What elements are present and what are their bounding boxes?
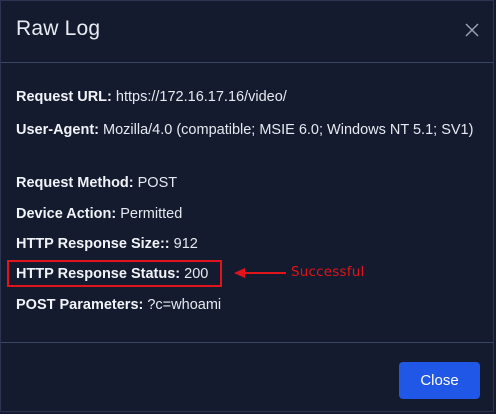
field-value: https://172.16.17.16/video/: [111, 89, 287, 105]
field-value: POST: [133, 175, 178, 191]
modal-footer: Close: [1, 342, 493, 413]
status-highlight-box: [7, 260, 222, 287]
field-request-method: Request Method: POST: [16, 173, 476, 194]
field-value: ?c=whoami: [143, 297, 222, 313]
raw-log-modal: Raw Log Request URL: https://172.16.17.1…: [0, 0, 494, 412]
annotation-label: Successful: [291, 264, 365, 280]
modal-header: Raw Log: [1, 1, 493, 63]
field-value: Mozilla/4.0 (compatible; MSIE 6.0; Windo…: [98, 122, 474, 138]
close-icon[interactable]: [463, 21, 481, 39]
field-label: User-Agent:: [16, 122, 99, 138]
field-http-response-size: HTTP Response Size:: 912: [16, 234, 476, 255]
field-post-parameters: POST Parameters: ?c=whoami: [16, 295, 476, 316]
field-request-url: Request URL: https://172.16.17.16/video/: [16, 87, 476, 108]
field-label: POST Parameters:: [16, 297, 144, 313]
field-label: Request Method:: [16, 175, 134, 191]
field-value: 912: [169, 236, 198, 252]
field-label: Device Action:: [16, 206, 117, 222]
close-button[interactable]: Close: [399, 362, 480, 399]
field-label: Request URL:: [16, 89, 112, 105]
field-device-action: Device Action: Permitted: [16, 204, 476, 225]
field-user-agent: User-Agent: Mozilla/4.0 (compatible; MSI…: [16, 120, 476, 141]
field-label: HTTP Response Size::: [16, 236, 170, 252]
field-value: Permitted: [116, 206, 183, 222]
modal-title: Raw Log: [16, 17, 101, 40]
